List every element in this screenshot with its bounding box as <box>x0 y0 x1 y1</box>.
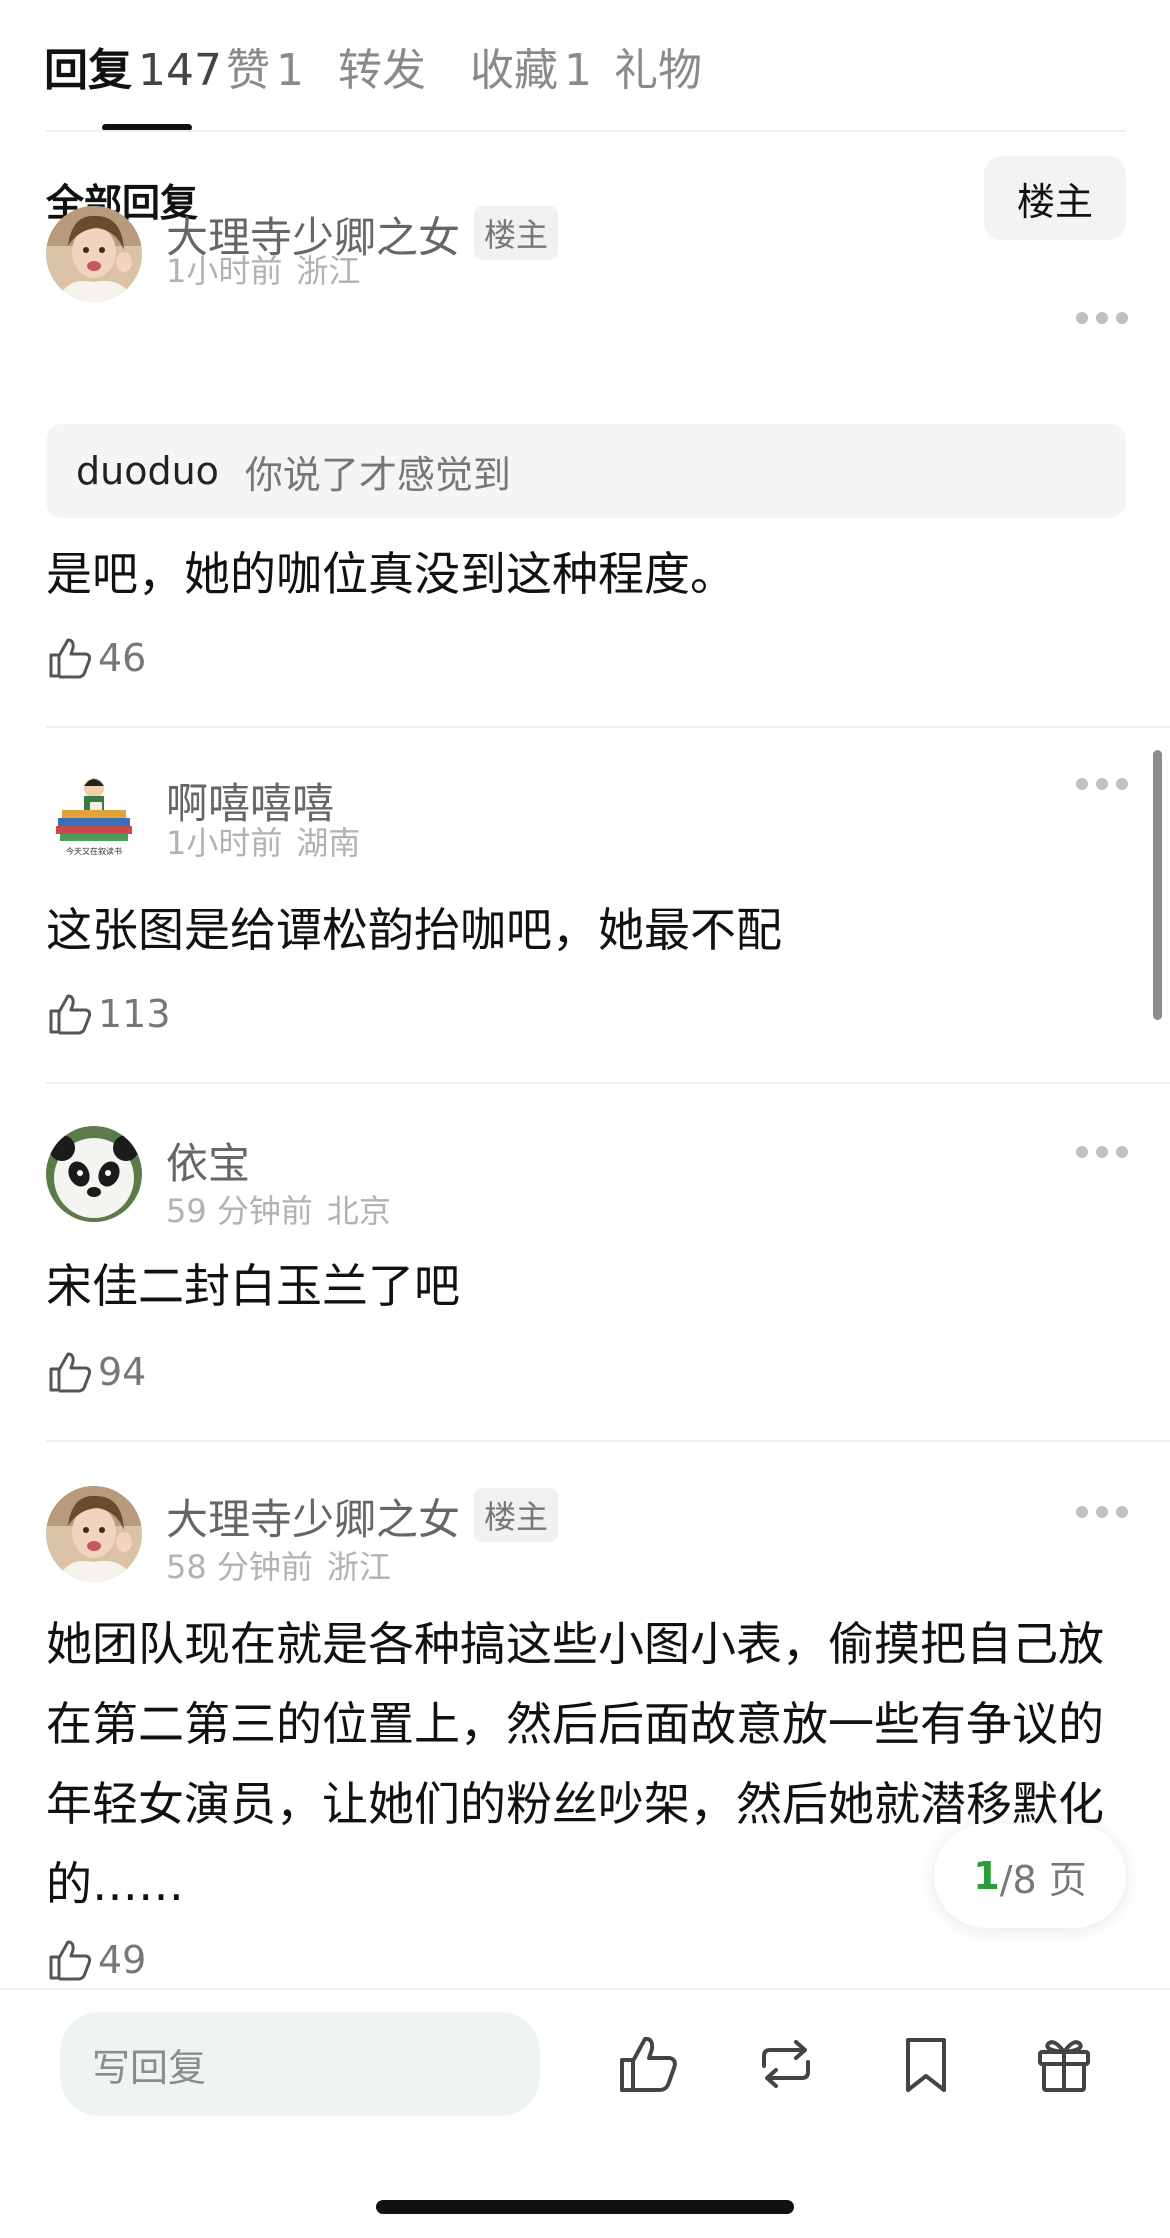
location: 浙江 <box>326 1548 391 1586</box>
bookmark-button[interactable] <box>892 2030 960 2098</box>
timestamp: 59 分钟前 <box>166 1192 313 1230</box>
tab-count: 147 <box>138 45 222 96</box>
like-button[interactable]: 46 <box>46 630 146 686</box>
avatar[interactable] <box>46 1126 142 1222</box>
woman-photo-avatar-icon <box>46 1486 142 1582</box>
page-indicator[interactable]: 1/8 页 <box>934 1824 1126 1928</box>
svg-text:今天又在叙读书: 今天又在叙读书 <box>66 846 122 856</box>
panda-avatar-icon <box>46 1126 142 1222</box>
home-indicator[interactable] <box>376 2200 794 2214</box>
total-pages: /8 页 <box>999 1857 1087 1902</box>
like-count: 113 <box>98 992 171 1036</box>
like-count: 49 <box>98 1938 147 1982</box>
woman-photo-avatar-icon <box>46 206 142 302</box>
tab-likes[interactable]: 赞1 <box>226 34 304 98</box>
current-page: 1 <box>973 1854 1000 1898</box>
more-options-icon[interactable] <box>1076 312 1128 326</box>
quoted-username: duoduo <box>76 449 219 493</box>
tab-gifts[interactable]: 礼物 <box>614 34 702 98</box>
like-post-button[interactable] <box>614 2030 682 2098</box>
thumbs-up-icon <box>620 2036 677 2092</box>
like-count: 46 <box>98 636 147 680</box>
bottom-bar-divider <box>0 1988 1170 1990</box>
thumbs-up-icon <box>49 1940 92 1981</box>
more-options-icon[interactable] <box>1076 1506 1128 1520</box>
tab-label: 回复 <box>44 45 132 96</box>
username-text: 大理寺少卿之女 <box>166 1495 461 1544</box>
op-badge: 楼主 <box>474 1488 559 1542</box>
like-count: 94 <box>98 1350 147 1394</box>
avatar[interactable] <box>46 206 142 302</box>
like-button[interactable]: 49 <box>46 1932 146 1988</box>
thumbs-up-icon <box>49 1352 92 1393</box>
tab-label: 礼物 <box>614 45 702 96</box>
comment-divider <box>46 1440 1170 1442</box>
more-options-icon[interactable] <box>1076 1146 1128 1160</box>
comment-divider <box>46 1082 1170 1084</box>
timestamp: 1小时前 <box>166 252 283 290</box>
reply-input[interactable]: 写回复 <box>60 2012 540 2116</box>
repost-button[interactable] <box>752 2030 820 2098</box>
location: 浙江 <box>296 252 361 290</box>
timestamp: 1小时前 <box>166 824 283 862</box>
username[interactable]: 大理寺少卿之女 楼主 <box>166 1486 559 1547</box>
more-options-icon[interactable] <box>1076 778 1128 792</box>
username-text: 依宝 <box>166 1139 251 1188</box>
tab-count: 1 <box>276 45 304 96</box>
tab-label: 转发 <box>338 45 426 96</box>
bookmark-icon <box>906 2038 946 2092</box>
comment-text: 宋佳二封白玉兰了吧 <box>46 1259 460 1313</box>
quoted-text: 你说了才感觉到 <box>244 452 511 497</box>
tab-favorites[interactable]: 收藏 1 <box>470 34 592 98</box>
books-cartoon-avatar-icon: 今天又在叙读书 <box>46 766 142 862</box>
comment-text: 这张图是给谭松韵抬咖吧，她最不配 <box>46 903 782 957</box>
scrollbar-thumb[interactable] <box>1153 750 1162 1020</box>
reply-tabs: 回复 147 赞1 转发 收藏 1 礼物 <box>0 0 1170 132</box>
tab-reposts[interactable]: 转发 <box>338 34 426 98</box>
op-only-filter-button[interactable]: 楼主 <box>984 156 1126 240</box>
repost-icon <box>762 2040 810 2088</box>
comment-meta: 1小时前 浙江 <box>166 246 360 292</box>
quoted-reply[interactable]: duoduo 你说了才感觉到 <box>46 424 1126 518</box>
gift-button[interactable] <box>1030 2030 1098 2098</box>
tab-count: 1 <box>564 45 592 96</box>
like-button[interactable]: 113 <box>46 986 171 1042</box>
tab-replies[interactable]: 回复 147 <box>44 34 222 98</box>
tab-label: 赞 <box>226 45 270 96</box>
like-button[interactable]: 94 <box>46 1344 146 1400</box>
location: 北京 <box>326 1192 391 1230</box>
thumbs-up-icon <box>49 638 92 679</box>
comment-meta: 1小时前 湖南 <box>166 818 360 864</box>
comment-meta: 59 分钟前 北京 <box>166 1186 391 1232</box>
timestamp: 58 分钟前 <box>166 1548 313 1586</box>
location: 湖南 <box>296 824 361 862</box>
op-badge: 楼主 <box>474 206 559 260</box>
avatar[interactable] <box>46 1486 142 1582</box>
tabs-divider <box>46 130 1126 132</box>
tab-label: 收藏 <box>470 45 558 96</box>
comment-text: 是吧，她的咖位真没到这种程度。 <box>46 547 736 601</box>
comment-meta: 58 分钟前 浙江 <box>166 1542 391 1588</box>
avatar[interactable]: 今天又在叙读书 <box>46 766 142 862</box>
thumbs-up-icon <box>49 994 92 1035</box>
username[interactable]: 依宝 <box>166 1130 250 1191</box>
comment-divider <box>46 726 1170 728</box>
gift-icon <box>1038 2040 1090 2092</box>
